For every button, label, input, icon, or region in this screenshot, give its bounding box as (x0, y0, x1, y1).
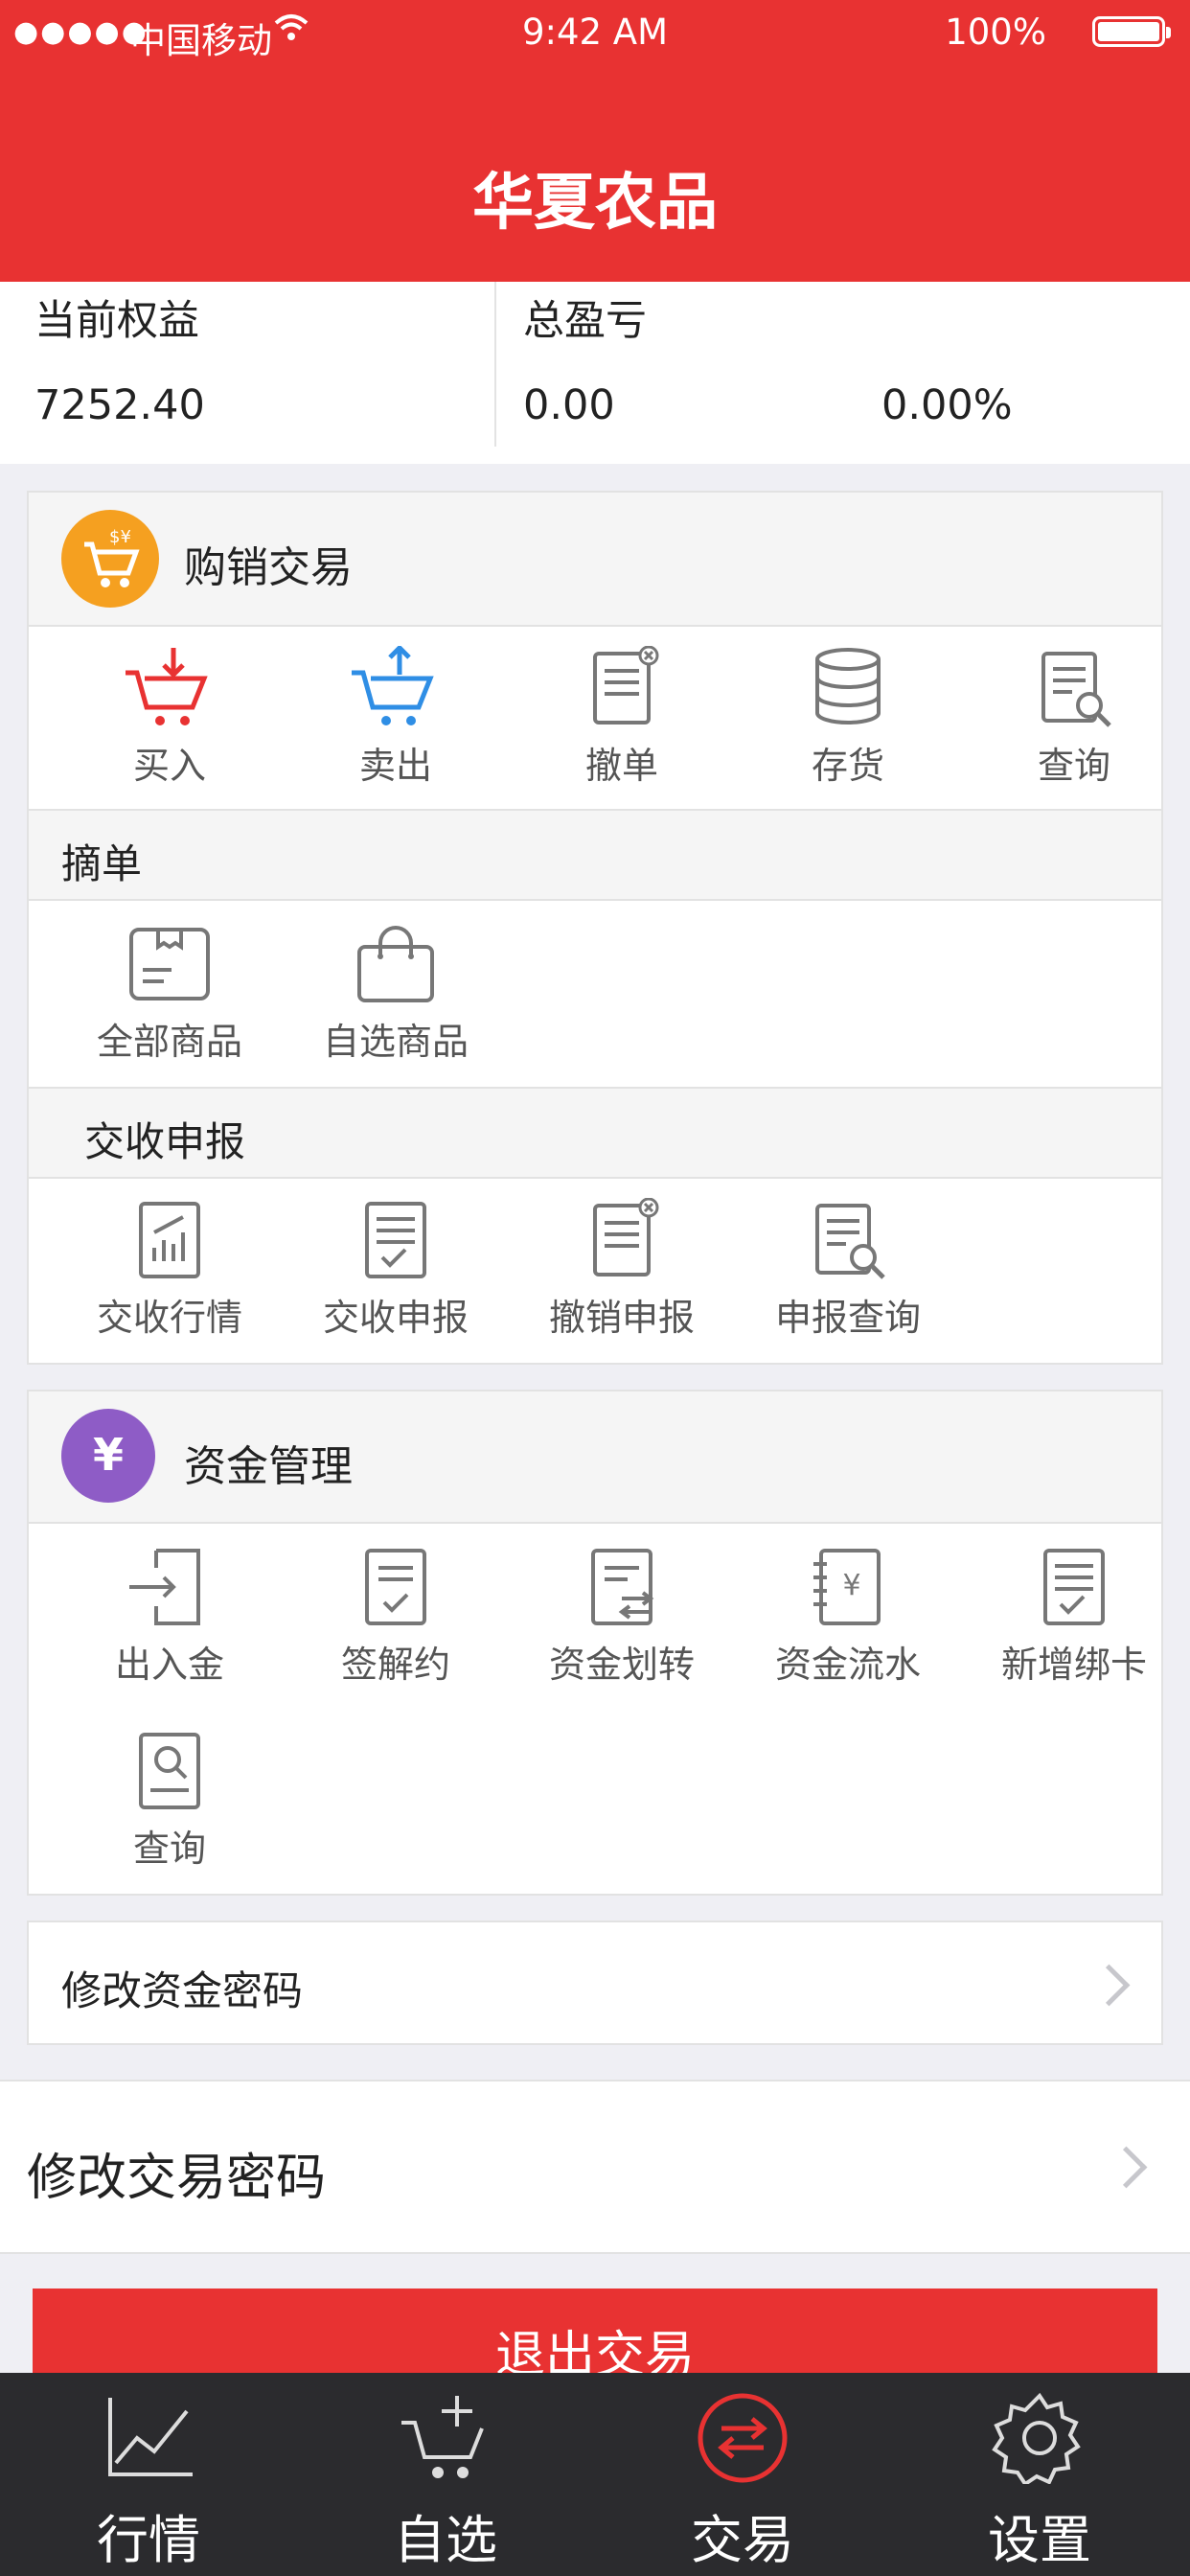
tab-watchlist-label: 自选 (394, 2510, 497, 2570)
battery-percent: 100% (945, 12, 1046, 53)
tab-market[interactable]: 行情 (0, 2373, 297, 2576)
cancel-declare-label: 撤销申报 (548, 1297, 695, 1339)
ledger-icon: ¥ (813, 1549, 881, 1625)
sell-label: 卖出 (358, 745, 432, 787)
cancel-declare-button[interactable]: 撤销申报 (531, 1198, 713, 1341)
cancel-document-icon (593, 1198, 659, 1276)
pl-percent: 0.00% (881, 381, 1013, 429)
fund-query-button[interactable]: 查询 (79, 1729, 261, 1872)
change-fund-password-row[interactable]: 修改资金密码 (27, 1920, 1163, 2045)
inventory-button[interactable]: 存货 (757, 646, 939, 789)
delivery-declare-label: 交收申报 (322, 1297, 469, 1339)
all-products-label: 全部商品 (96, 1021, 242, 1063)
cancel-order-button[interactable]: 撤单 (531, 646, 713, 789)
pl-label: 总盈亏 (523, 297, 647, 345)
bind-card-button[interactable]: 新增绑卡 (983, 1545, 1165, 1688)
inventory-label: 存货 (811, 745, 884, 787)
transfer-document-icon (591, 1549, 654, 1625)
svg-text:$¥: $¥ (109, 527, 131, 547)
delivery-declare-button[interactable]: 交收申报 (305, 1198, 487, 1341)
tab-settings-label: 设置 (988, 2510, 1091, 2570)
login-arrow-icon (129, 1549, 200, 1625)
fund-card-header: ¥ 资金管理 (29, 1392, 1161, 1524)
search-document-icon (139, 1733, 200, 1809)
equity-value: 7252.40 (34, 381, 205, 429)
svg-text:¥: ¥ (93, 1429, 124, 1481)
sign-document-icon (365, 1549, 426, 1625)
pl-value: 0.00 (523, 381, 615, 429)
fund-query-label: 查询 (132, 1828, 206, 1870)
chevron-right-icon (1105, 2146, 1148, 2189)
cancel-document-icon (593, 646, 659, 724)
change-trade-password-row[interactable]: 修改交易密码 (0, 2080, 1190, 2254)
search-document-icon (1041, 652, 1111, 727)
fund-flow-label: 资金流水 (774, 1644, 921, 1686)
favorite-products-label: 自选商品 (322, 1021, 469, 1063)
cart-add-icon (401, 2396, 484, 2478)
declare-query-label: 申报查询 (774, 1297, 921, 1339)
sign-contract-button[interactable]: 签解约 (305, 1545, 487, 1688)
status-bar: ●●●●● 中国移动 9:42 AM 100% (0, 0, 1190, 63)
tab-trade[interactable]: 交易 (594, 2373, 891, 2576)
trade-card-header: $¥ 购销交易 (29, 493, 1161, 627)
delivery-section-header: 交收申报 (29, 1087, 1161, 1179)
tab-bar: 行情 自选 交易 设置 (0, 2373, 1190, 2576)
fund-transfer-label: 资金划转 (548, 1644, 695, 1686)
yuan-icon: ¥ (61, 1409, 155, 1503)
declare-query-button[interactable]: 申报查询 (757, 1198, 939, 1341)
buy-label: 买入 (132, 745, 206, 787)
trade-card-title: 购销交易 (184, 543, 353, 592)
sell-button[interactable]: 卖出 (305, 646, 487, 789)
deposit-withdraw-button[interactable]: 出入金 (79, 1545, 261, 1688)
deposit-withdraw-label: 出入金 (114, 1644, 224, 1686)
line-chart-icon (108, 2398, 193, 2476)
tab-settings[interactable]: 设置 (891, 2373, 1188, 2576)
tab-trade-label: 交易 (691, 2510, 794, 2570)
trade-card: $¥ 购销交易 买入 卖出 撤单 存货 查询 摘单 全部商品 自选商品 交收申报 (27, 491, 1163, 1365)
database-icon (815, 648, 881, 724)
bind-card-label: 新增绑卡 (1000, 1644, 1147, 1686)
tab-watchlist[interactable]: 自选 (297, 2373, 594, 2576)
shopping-bag-icon (357, 926, 434, 1002)
all-products-button[interactable]: 全部商品 (79, 922, 261, 1065)
fund-transfer-button[interactable]: 资金划转 (531, 1545, 713, 1688)
search-document-icon (815, 1204, 885, 1279)
sell-cart-icon (352, 646, 434, 725)
buy-cart-icon (126, 648, 208, 725)
exchange-icon (698, 2393, 788, 2483)
delivery-section-title: 交收申报 (84, 1118, 246, 1165)
fund-flow-button[interactable]: ¥ 资金流水 (757, 1545, 939, 1688)
check-document-icon (1043, 1549, 1105, 1625)
chevron-right-icon (1087, 1964, 1131, 2007)
fund-card-title: 资金管理 (184, 1442, 353, 1491)
delivery-market-button[interactable]: 交收行情 (79, 1198, 261, 1341)
shopping-cart-icon: $¥ (61, 510, 159, 608)
buy-button[interactable]: 买入 (79, 646, 261, 789)
svg-text:¥: ¥ (842, 1569, 860, 1602)
box-icon (129, 928, 210, 1000)
query-button[interactable]: 查询 (983, 646, 1165, 789)
query-label: 查询 (1037, 745, 1110, 787)
page-title: 华夏农品 (472, 168, 718, 239)
sign-contract-label: 签解约 (340, 1644, 450, 1686)
change-trade-password-label: 修改交易密码 (27, 2150, 327, 2207)
pick-section-header: 摘单 (29, 809, 1161, 901)
change-fund-password-label: 修改资金密码 (61, 1967, 304, 2014)
battery-icon (1092, 16, 1171, 47)
account-summary: 当前权益 7252.40 总盈亏 0.00 0.00% (0, 282, 1190, 464)
divider (494, 282, 496, 447)
tab-market-label: 行情 (97, 2510, 200, 2570)
favorite-products-button[interactable]: 自选商品 (305, 922, 487, 1065)
cancel-order-label: 撤单 (584, 745, 658, 787)
gear-icon (992, 2392, 1081, 2484)
fund-card: ¥ 资金管理 出入金 签解约 资金划转 ¥ 资金流水 新增绑卡 查询 (27, 1390, 1163, 1896)
equity-label: 当前权益 (34, 297, 199, 345)
bar-chart-document-icon (139, 1202, 200, 1278)
check-document-icon (365, 1202, 426, 1278)
delivery-market-label: 交收行情 (96, 1297, 242, 1339)
pick-section-title: 摘单 (61, 840, 143, 887)
